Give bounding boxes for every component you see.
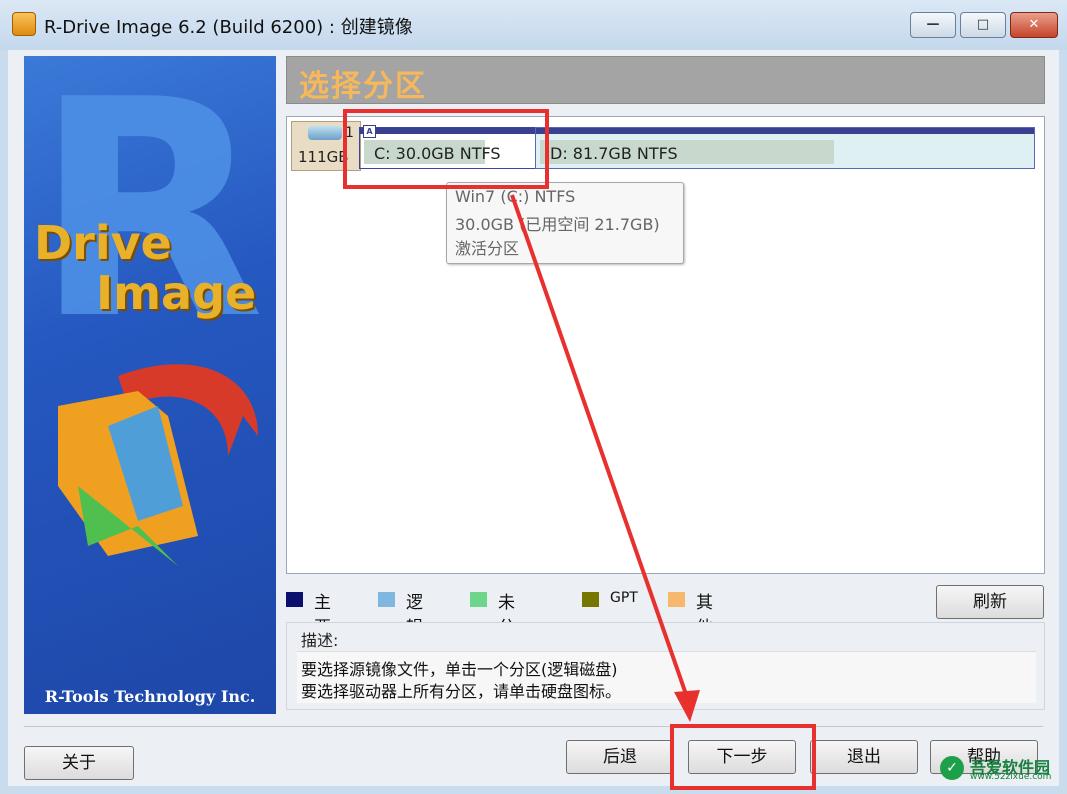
annotation-arrow-icon <box>510 194 700 722</box>
watermark-url: www.52zixue.com <box>970 772 1052 782</box>
watermark: ✓ 吾爱软件园 www.52zixue.com <box>940 752 1060 784</box>
watermark-logo-icon: ✓ <box>940 756 964 780</box>
